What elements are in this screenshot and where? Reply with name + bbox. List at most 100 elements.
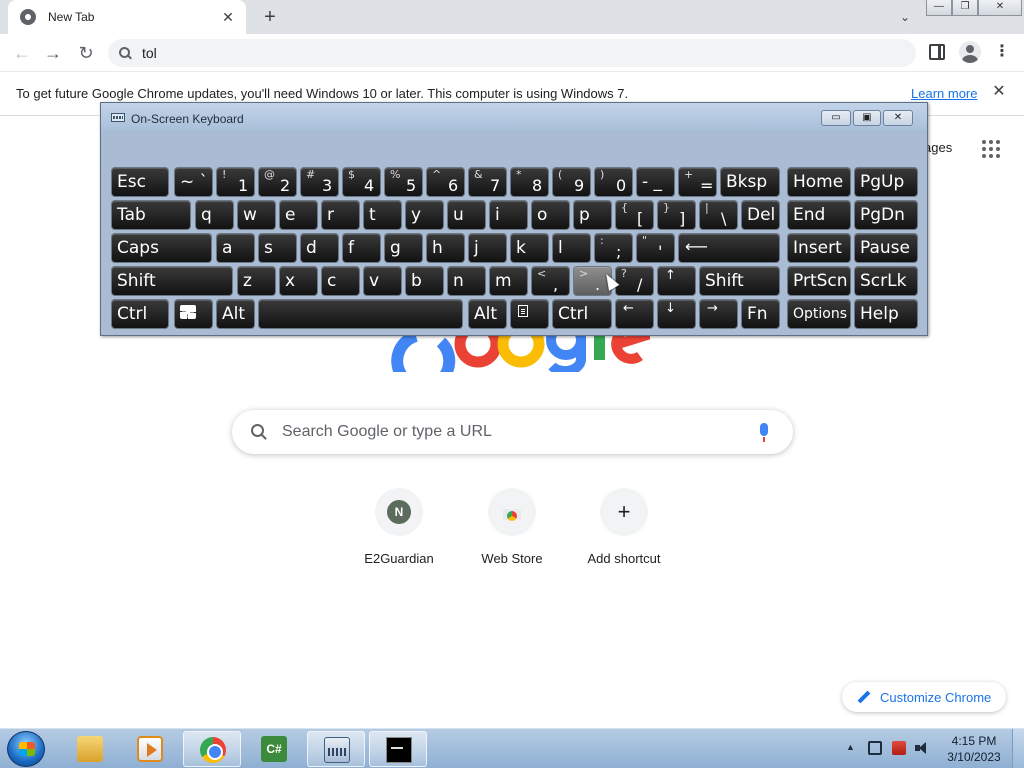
key-end[interactable]: End [787,200,851,230]
key-s[interactable]: s [258,233,297,263]
key-r2c10[interactable]: :; [594,233,633,263]
taskbar-cmd[interactable] [369,731,427,767]
key-7[interactable]: & 7 [468,167,507,197]
reload-button[interactable]: ↻ [74,41,98,65]
tab-close-icon[interactable]: ✕ [220,9,236,25]
key-tilde[interactable]: ~ ` [174,167,213,197]
key-r3c10[interactable]: ? / [615,266,654,296]
key-ctrl[interactable]: Ctrl [111,299,169,329]
key-u[interactable]: u [447,200,486,230]
ntp-search-box[interactable] [232,410,793,454]
key-menu[interactable] [510,299,549,329]
key-e[interactable]: e [279,200,318,230]
key-r1c12[interactable]: }] [657,200,696,230]
key-4[interactable]: $4 [342,167,381,197]
key-3[interactable]: #3 [300,167,339,197]
shortcut-e2guardian[interactable]: N E2Guardian [343,488,455,584]
shortcut-web-store[interactable]: Web Store [456,488,568,584]
key-windows[interactable] [174,299,213,329]
key-v[interactable]: v [363,266,402,296]
minimize-button[interactable]: — [926,0,952,16]
key-shift[interactable]: Shift [699,266,780,296]
key-6[interactable]: ^ 6 [426,167,465,197]
key-z[interactable]: z [237,266,276,296]
key-j[interactable]: j [468,233,507,263]
key-home[interactable]: Home [787,167,851,197]
key-l[interactable]: l [552,233,591,263]
key-r0c13[interactable]: + = [678,167,717,197]
close-window-button[interactable]: ✕ [978,0,1022,16]
key-1[interactable]: ! 1 [216,167,255,197]
key-shift[interactable]: Shift [111,266,233,296]
key-scrlk[interactable]: ScrLk [854,266,918,296]
key-g[interactable]: g [384,233,423,263]
taskbar-media-player[interactable] [121,731,179,767]
shortcut-add[interactable]: + Add shortcut [568,488,680,584]
key-p[interactable]: p [573,200,612,230]
key-help[interactable]: Help [854,299,918,329]
key-q[interactable]: q [195,200,234,230]
google-apps-icon[interactable] [982,140,1000,158]
key-r1c11[interactable]: {[ [615,200,654,230]
key-r2c11[interactable]: " ' [636,233,675,263]
key-2[interactable]: @2 [258,167,297,197]
key-left[interactable]: ← [615,299,654,329]
key-caps[interactable]: Caps [111,233,212,263]
key-right[interactable]: → [699,299,738,329]
key-5[interactable]: % 5 [384,167,423,197]
side-panel-icon[interactable] [929,44,945,60]
osk-close-button[interactable]: ✕ [883,110,913,126]
key-b[interactable]: b [405,266,444,296]
action-center-flag-icon[interactable] [892,741,906,755]
start-button[interactable] [7,731,45,767]
key-r1c13[interactable]: | \ [699,200,738,230]
key-r3c8[interactable]: <, [531,266,570,296]
key-y[interactable]: y [405,200,444,230]
osk-titlebar[interactable]: On-Screen Keyboard ▭ ▣ ✕ [101,103,927,131]
show-hidden-icons-button[interactable]: ▲ [846,742,855,752]
key-pgup[interactable]: PgUp [854,167,918,197]
key-bksp[interactable]: Bksp [720,167,780,197]
key-alt[interactable]: Alt [216,299,255,329]
key-k[interactable]: k [510,233,549,263]
key-enter[interactable]: ⟵ [678,233,780,263]
key-pause[interactable]: Pause [854,233,918,263]
taskbar-chrome[interactable] [183,731,241,767]
key-pgdn[interactable]: PgDn [854,200,918,230]
key-alt[interactable]: Alt [468,299,507,329]
new-tab-button[interactable]: + [258,6,282,28]
profile-avatar-icon[interactable] [959,41,981,63]
key-o[interactable]: o [531,200,570,230]
key-f[interactable]: f [342,233,381,263]
key-a[interactable]: a [216,233,255,263]
images-link[interactable]: ages [924,140,952,155]
key-tab[interactable]: Tab [111,200,191,230]
key-t[interactable]: t [363,200,402,230]
key-8[interactable]: * 8 [510,167,549,197]
key-space[interactable] [258,299,463,329]
ntp-search-input[interactable] [282,423,722,441]
learn-more-link[interactable]: Learn more [911,86,977,101]
key-h[interactable]: h [426,233,465,263]
key-esc[interactable]: Esc [111,167,169,197]
tab-search-icon[interactable]: ⌄ [893,6,917,28]
network-icon[interactable] [868,741,882,755]
show-desktop-button[interactable] [1012,729,1024,768]
taskbar-explorer[interactable] [61,731,119,767]
key-m[interactable]: m [489,266,528,296]
infobar-close-icon[interactable]: ✕ [990,83,1008,101]
volume-icon[interactable] [915,741,929,755]
key-options[interactable]: Options [787,299,851,329]
tab-new-tab[interactable]: New Tab ✕ [8,0,246,34]
key-n[interactable]: n [447,266,486,296]
back-button[interactable]: ← [10,41,34,65]
maximize-button[interactable]: ❐ [952,0,978,16]
key-x[interactable]: x [279,266,318,296]
osk-maximize-button[interactable]: ▣ [853,110,881,126]
forward-button[interactable]: → [41,41,65,65]
taskbar-csharp[interactable]: C# [245,731,303,767]
key-9[interactable]: (9 [552,167,591,197]
key-up[interactable]: ↑ [657,266,696,296]
key-0[interactable]: ) 0 [594,167,633,197]
chrome-menu-icon[interactable]: ⋮ [994,41,1010,63]
